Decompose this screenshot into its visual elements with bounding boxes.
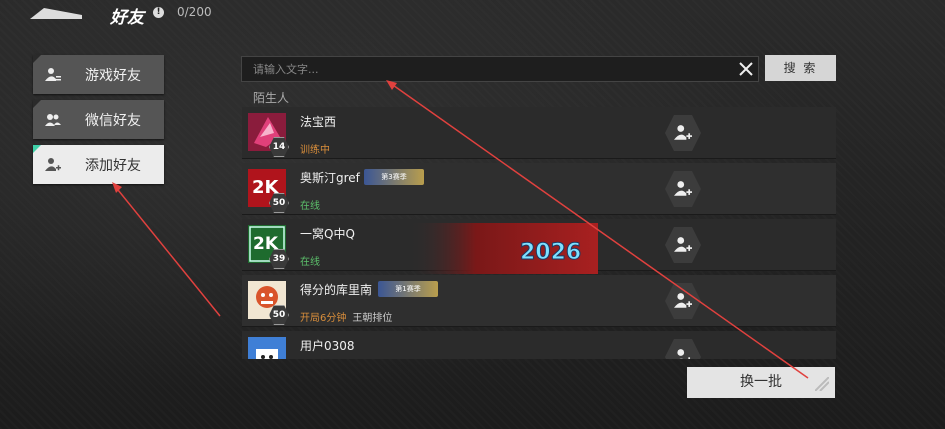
annotation-arrows	[112, 80, 809, 379]
